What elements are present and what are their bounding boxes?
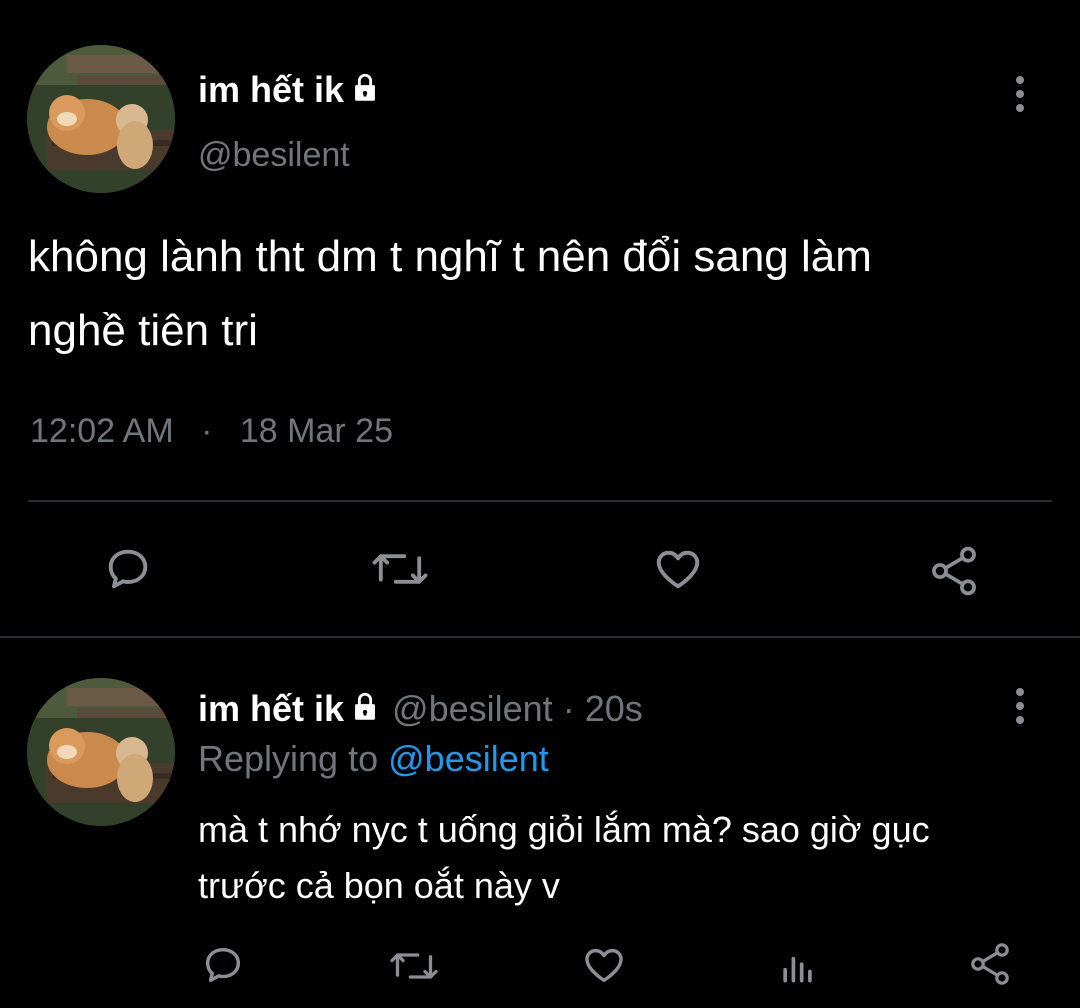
reply-age: 20s — [584, 688, 643, 729]
reply-text: mà t nhớ nyc t uống giỏi lắm mà? sao giờ… — [198, 808, 930, 908]
retweet-icon[interactable] — [368, 543, 432, 595]
views-icon[interactable] — [776, 944, 820, 988]
share-icon[interactable] — [926, 543, 982, 599]
share-icon[interactable] — [966, 940, 1014, 988]
reply-icon[interactable] — [200, 942, 246, 988]
display-name-text: im hết ik — [198, 69, 345, 110]
tweet-text-line: nghề tiên tri — [28, 306, 258, 355]
handle[interactable]: @besilent — [198, 135, 350, 175]
replying-handle-link[interactable]: @besilent — [388, 738, 549, 779]
tweet-date: 18 Mar 25 — [239, 412, 393, 450]
more-vertical-icon[interactable] — [1004, 686, 1036, 726]
replying-prefix: Replying to — [198, 738, 379, 779]
heart-icon[interactable] — [580, 942, 628, 988]
avatar-image — [27, 45, 175, 193]
avatar[interactable] — [27, 45, 175, 193]
avatar-image — [27, 678, 175, 826]
tweet-time: 12:02 AM — [30, 412, 174, 450]
reply-text-line: mà t nhớ nyc t uống giỏi lắm mà? sao giờ… — [198, 809, 930, 850]
divider — [0, 636, 1080, 638]
header-separator: · — [562, 688, 575, 729]
timestamp-separator: · — [201, 412, 213, 450]
avatar[interactable] — [27, 678, 175, 826]
tweet-text: không lành tht dm t nghĩ t nên đổi sang … — [28, 230, 872, 358]
reply-text-line: trước cả bọn oắt này v — [198, 865, 560, 906]
lock-icon — [348, 71, 382, 105]
tweet-text-line: không lành tht dm t nghĩ t nên đổi sang … — [28, 232, 872, 281]
tweet-timestamp[interactable]: 12:02 AM · 18 Mar 25 — [30, 410, 393, 452]
display-name-text[interactable]: im hết ik — [198, 688, 344, 729]
more-vertical-icon[interactable] — [1004, 74, 1036, 114]
divider — [28, 500, 1052, 502]
heart-icon[interactable] — [650, 543, 706, 595]
retweet-icon[interactable] — [386, 944, 442, 988]
reply-header: im hết ik @besilent · 20s — [198, 688, 643, 730]
replying-to: Replying to @besilent — [198, 738, 549, 780]
lock-icon — [348, 690, 382, 724]
display-name[interactable]: im hết ik — [198, 70, 382, 110]
reply-icon[interactable] — [102, 543, 154, 595]
handle[interactable]: @besilent — [392, 688, 553, 729]
